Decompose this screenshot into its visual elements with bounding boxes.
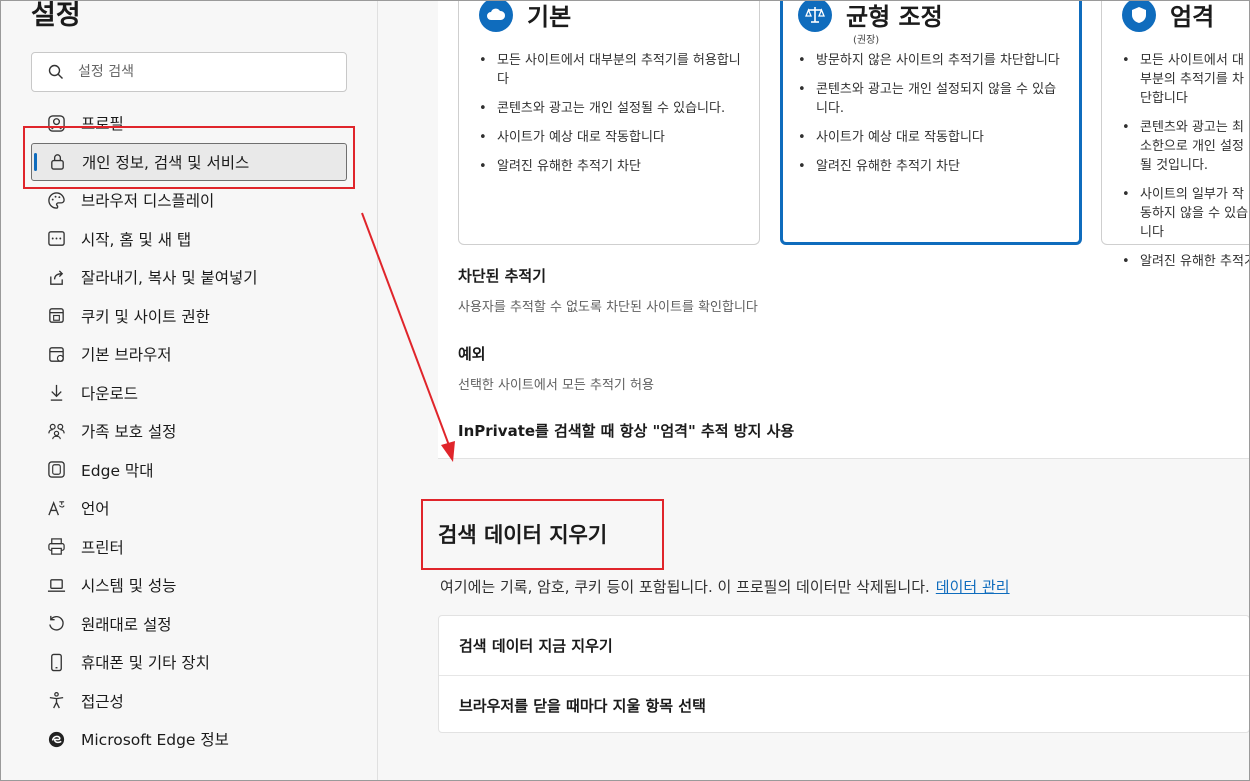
- sidebar-item-reset[interactable]: 원래대로 설정: [31, 605, 351, 644]
- exceptions-row[interactable]: 예외 선택한 사이트에서 모든 추적기 허용: [458, 343, 654, 393]
- sidebar-item-default-browser[interactable]: 기본 브라우저: [31, 335, 351, 374]
- card-bullet: 콘텐츠와 광고는 개인 설정될 수 있습니다.: [479, 99, 741, 118]
- tracking-prevention-panel: 기본 모든 사이트에서 대부분의 추적기를 허용합니다 콘텐츠와 광고는 개인 …: [438, 0, 1250, 459]
- sidebar-item-printers[interactable]: 프린터: [31, 528, 351, 567]
- sidebar-item-label: 시작, 홈 및 새 탭: [81, 230, 192, 249]
- card-title: 균형 조정: [846, 2, 943, 31]
- sidebar-item-language[interactable]: 언어: [31, 489, 351, 528]
- sidebar-item-accessibility[interactable]: 접근성: [31, 682, 351, 721]
- sidebar-item-appearance[interactable]: 브라우저 디스플레이: [31, 181, 351, 220]
- inprivate-strict-row[interactable]: InPrivate를 검색할 때 항상 "엄격" 추적 방지 사용: [458, 420, 794, 441]
- recommended-label: (권장): [853, 35, 880, 46]
- card-bullet: 사이트가 예상 대로 작동합니다: [479, 128, 741, 147]
- language-icon: [46, 498, 66, 518]
- tracking-card-strict[interactable]: 엄격 모든 사이트에서 대부분의 추적기를 차단합니다 콘텐츠와 광고는 최소한…: [1101, 0, 1250, 271]
- clear-browsing-data-title: 검색 데이터 지우기: [438, 523, 608, 547]
- clear-on-close-row[interactable]: 브라우저를 닫을 때마다 지울 항목 선택: [439, 675, 1249, 734]
- sidebar-item-label: 프린터: [81, 538, 124, 557]
- card-title: 기본: [527, 2, 572, 31]
- reset-icon: [46, 614, 66, 634]
- accessibility-icon: [46, 691, 66, 711]
- sidebar-item-about[interactable]: Microsoft Edge 정보: [31, 720, 351, 759]
- sidebar-item-label: 쿠키 및 사이트 권한: [81, 307, 210, 326]
- card-bullets: 모든 사이트에서 대부분의 추적기를 허용합니다 콘텐츠와 광고는 개인 설정될…: [459, 41, 759, 176]
- sidebar-item-label: Microsoft Edge 정보: [81, 731, 229, 750]
- phone-icon: [46, 652, 66, 672]
- sidebar-item-privacy[interactable]: 개인 정보, 검색 및 서비스: [31, 142, 347, 181]
- sidebar-item-label: 기본 브라우저: [81, 346, 172, 365]
- clear-browsing-data-desc: 여기에는 기록, 암호, 쿠키 등이 포함됩니다. 이 프로필의 데이터만 삭제…: [440, 576, 1010, 597]
- sidebar-item-family[interactable]: 가족 보호 설정: [31, 412, 351, 451]
- card-bullet: 콘텐츠와 광고는 개인 설정되지 않을 수 있습니다.: [798, 80, 1061, 118]
- main-content: 기본 모든 사이트에서 대부분의 추적기를 허용합니다 콘텐츠와 광고는 개인 …: [378, 0, 1250, 780]
- sidebar-item-label: 원래대로 설정: [81, 615, 172, 634]
- shield-icon: [1122, 0, 1156, 32]
- sidebar-item-cookies[interactable]: 쿠키 및 사이트 권한: [31, 297, 351, 336]
- exceptions-title: 예외: [458, 345, 486, 363]
- sidebar-item-profile[interactable]: 프로필: [31, 104, 351, 143]
- download-icon: [46, 383, 66, 403]
- card-bullet: 사이트가 예상 대로 작동합니다: [798, 128, 1061, 147]
- sidebar-item-downloads[interactable]: 다운로드: [31, 374, 351, 413]
- cloud-icon: [479, 0, 513, 32]
- sidebar-item-share-copy[interactable]: 잘라내기, 복사 및 붙여넣기: [31, 258, 351, 297]
- settings-search-input[interactable]: [78, 64, 328, 80]
- family-icon: [46, 421, 66, 441]
- blocked-trackers-row[interactable]: 차단된 추적기 사용자를 추적할 수 없도록 차단된 사이트를 확인합니다: [458, 265, 758, 315]
- sidebar: 설정 프로필 개인 정보, 검색 및 서비스 브라우저 디스플레이 시작, 홈 …: [1, 1, 378, 780]
- search-icon: [48, 64, 63, 79]
- inprivate-strict-title: InPrivate를 검색할 때 항상 "엄격" 추적 방지 사용: [458, 422, 795, 440]
- card-bullet: 모든 사이트에서 대부분의 추적기를 허용합니다: [479, 51, 741, 89]
- sidebar-item-label: 가족 보호 설정: [81, 423, 177, 442]
- blocked-trackers-desc: 사용자를 추적할 수 없도록 차단된 사이트를 확인합니다: [458, 300, 758, 315]
- card-bullet: 알려진 유해한 추적기 차단: [798, 157, 1061, 176]
- share-icon: [46, 267, 66, 287]
- printer-icon: [46, 537, 66, 557]
- sidebar-item-label: 시스템 및 성능: [81, 577, 177, 596]
- sidebar-item-label: 다운로드: [81, 384, 139, 403]
- edge-bar-icon: [46, 460, 66, 480]
- lock-icon: [47, 152, 67, 172]
- blocked-trackers-title: 차단된 추적기: [458, 267, 547, 285]
- card-bullet: 알려진 유해한 추적기 차단: [1122, 252, 1250, 271]
- home-tab-icon: [46, 229, 66, 249]
- edge-logo-icon: [46, 729, 66, 749]
- tracking-card-basic[interactable]: 기본 모든 사이트에서 대부분의 추적기를 허용합니다 콘텐츠와 광고는 개인 …: [458, 0, 760, 245]
- sidebar-item-system[interactable]: 시스템 및 성능: [31, 566, 351, 605]
- manage-data-link[interactable]: 데이터 관리: [936, 578, 1010, 596]
- card-bullet: 모든 사이트에서 대부분의 추적기를 차단합니다: [1122, 51, 1250, 108]
- tracking-card-balanced[interactable]: 균형 조정 (권장) 방문하지 않은 사이트의 추적기를 차단합니다 콘텐츠와 …: [780, 0, 1082, 245]
- card-bullet: 콘텐츠와 광고는 최소한으로 개인 설정될 것입니다.: [1122, 118, 1250, 175]
- clear-data-now-row[interactable]: 검색 데이터 지금 지우기: [439, 616, 1249, 675]
- settings-nav: 프로필 개인 정보, 검색 및 서비스 브라우저 디스플레이 시작, 홈 및 새…: [31, 104, 351, 759]
- laptop-icon: [46, 575, 66, 595]
- palette-icon: [46, 190, 66, 210]
- card-bullets: 방문하지 않은 사이트의 추적기를 차단합니다 콘텐츠와 광고는 개인 설정되지…: [783, 41, 1079, 176]
- sidebar-item-label: 브라우저 디스플레이: [81, 192, 215, 211]
- sidebar-item-start-home[interactable]: 시작, 홈 및 새 탭: [31, 220, 351, 259]
- card-title: 엄격: [1170, 2, 1215, 31]
- sidebar-item-label: 언어: [81, 500, 110, 519]
- clear-desc-text: 여기에는 기록, 암호, 쿠키 등이 포함됩니다. 이 프로필의 데이터만 삭제…: [440, 578, 930, 596]
- card-bullet: 사이트의 일부가 작동하지 않을 수 있습니다: [1122, 185, 1250, 242]
- profile-icon: [46, 113, 66, 133]
- sidebar-item-label: 개인 정보, 검색 및 서비스: [82, 153, 250, 172]
- sidebar-item-label: Edge 막대: [81, 461, 154, 480]
- cookie-icon: [46, 306, 66, 326]
- sidebar-item-edge-bar[interactable]: Edge 막대: [31, 451, 351, 490]
- settings-title: 설정: [31, 0, 81, 31]
- exceptions-desc: 선택한 사이트에서 모든 추적기 허용: [458, 378, 654, 393]
- card-bullet: 알려진 유해한 추적기 차단: [479, 157, 741, 176]
- sidebar-item-label: 프로필: [81, 115, 124, 134]
- card-bullets: 모든 사이트에서 대부분의 추적기를 차단합니다 콘텐츠와 광고는 최소한으로 …: [1102, 41, 1250, 271]
- clear-data-panel: 검색 데이터 지금 지우기 브라우저를 닫을 때마다 지울 항목 선택: [438, 615, 1250, 733]
- scale-icon: [798, 0, 832, 32]
- browser-icon: [46, 344, 66, 364]
- sidebar-item-label: 잘라내기, 복사 및 붙여넣기: [81, 269, 258, 288]
- sidebar-item-phone[interactable]: 휴대폰 및 기타 장치: [31, 643, 351, 682]
- card-bullet: 방문하지 않은 사이트의 추적기를 차단합니다: [798, 51, 1061, 70]
- settings-search-box[interactable]: [31, 52, 347, 92]
- sidebar-item-label: 휴대폰 및 기타 장치: [81, 654, 210, 673]
- sidebar-item-label: 접근성: [81, 692, 124, 711]
